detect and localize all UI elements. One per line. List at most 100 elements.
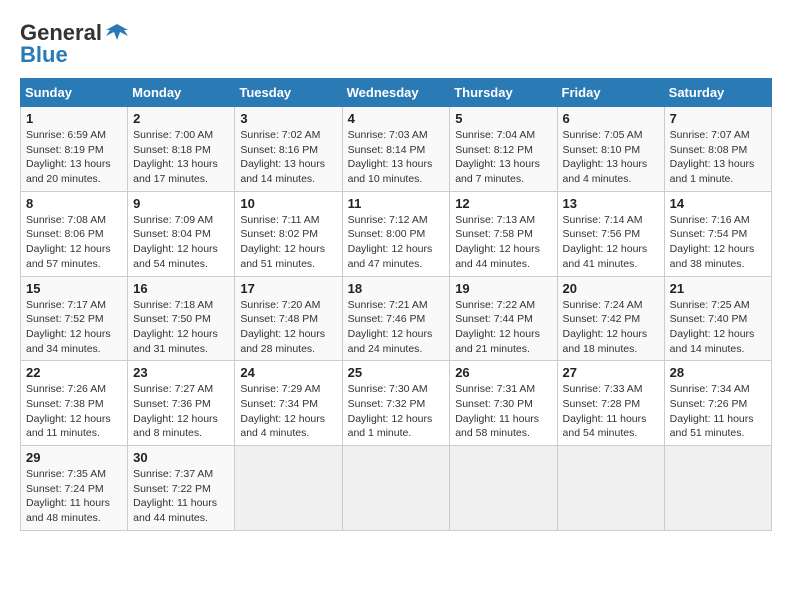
calendar-week-3: 15 Sunrise: 7:17 AM Sunset: 7:52 PM Dayl…	[21, 276, 772, 361]
day-info: Sunrise: 7:04 AM Sunset: 8:12 PM Dayligh…	[455, 128, 551, 187]
day-number: 23	[133, 365, 229, 380]
daylight-text: Daylight: 11 hours and 54 minutes.	[563, 413, 647, 440]
day-info: Sunrise: 7:37 AM Sunset: 7:22 PM Dayligh…	[133, 467, 229, 526]
day-number: 8	[26, 196, 122, 211]
sunrise-text: Sunrise: 7:16 AM	[670, 214, 750, 226]
sunrise-text: Sunrise: 7:09 AM	[133, 214, 213, 226]
day-info: Sunrise: 7:27 AM Sunset: 7:36 PM Dayligh…	[133, 382, 229, 441]
day-number: 29	[26, 450, 122, 465]
daylight-text: Daylight: 12 hours and 47 minutes.	[348, 243, 433, 270]
sunset-text: Sunset: 8:10 PM	[563, 144, 641, 156]
sunset-text: Sunset: 8:18 PM	[133, 144, 211, 156]
sunset-text: Sunset: 7:48 PM	[240, 313, 318, 325]
calendar-cell: 23 Sunrise: 7:27 AM Sunset: 7:36 PM Dayl…	[128, 361, 235, 446]
sunset-text: Sunset: 7:26 PM	[670, 398, 748, 410]
daylight-text: Daylight: 12 hours and 38 minutes.	[670, 243, 755, 270]
calendar-cell: 5 Sunrise: 7:04 AM Sunset: 8:12 PM Dayli…	[450, 107, 557, 192]
header-day-wednesday: Wednesday	[342, 79, 450, 107]
day-info: Sunrise: 7:02 AM Sunset: 8:16 PM Dayligh…	[240, 128, 336, 187]
day-info: Sunrise: 7:13 AM Sunset: 7:58 PM Dayligh…	[455, 213, 551, 272]
daylight-text: Daylight: 12 hours and 24 minutes.	[348, 328, 433, 355]
sunrise-text: Sunrise: 7:34 AM	[670, 383, 750, 395]
calendar-cell: 4 Sunrise: 7:03 AM Sunset: 8:14 PM Dayli…	[342, 107, 450, 192]
sunrise-text: Sunrise: 7:05 AM	[563, 129, 643, 141]
sunrise-text: Sunrise: 7:29 AM	[240, 383, 320, 395]
sunrise-text: Sunrise: 7:08 AM	[26, 214, 106, 226]
header-day-thursday: Thursday	[450, 79, 557, 107]
sunrise-text: Sunrise: 6:59 AM	[26, 129, 106, 141]
daylight-text: Daylight: 12 hours and 18 minutes.	[563, 328, 648, 355]
sunset-text: Sunset: 8:02 PM	[240, 228, 318, 240]
day-info: Sunrise: 7:03 AM Sunset: 8:14 PM Dayligh…	[348, 128, 445, 187]
sunset-text: Sunset: 8:04 PM	[133, 228, 211, 240]
calendar-cell: 14 Sunrise: 7:16 AM Sunset: 7:54 PM Dayl…	[664, 191, 771, 276]
day-number: 19	[455, 281, 551, 296]
sunrise-text: Sunrise: 7:17 AM	[26, 299, 106, 311]
sunset-text: Sunset: 8:12 PM	[455, 144, 533, 156]
sunset-text: Sunset: 7:36 PM	[133, 398, 211, 410]
sunset-text: Sunset: 8:16 PM	[240, 144, 318, 156]
daylight-text: Daylight: 13 hours and 14 minutes.	[240, 158, 325, 185]
calendar-cell	[235, 446, 342, 531]
header-day-saturday: Saturday	[664, 79, 771, 107]
day-info: Sunrise: 7:17 AM Sunset: 7:52 PM Dayligh…	[26, 298, 122, 357]
day-number: 13	[563, 196, 659, 211]
sunset-text: Sunset: 7:44 PM	[455, 313, 533, 325]
daylight-text: Daylight: 11 hours and 51 minutes.	[670, 413, 754, 440]
day-number: 15	[26, 281, 122, 296]
calendar-week-1: 1 Sunrise: 6:59 AM Sunset: 8:19 PM Dayli…	[21, 107, 772, 192]
calendar-cell: 27 Sunrise: 7:33 AM Sunset: 7:28 PM Dayl…	[557, 361, 664, 446]
calendar-cell: 2 Sunrise: 7:00 AM Sunset: 8:18 PM Dayli…	[128, 107, 235, 192]
day-info: Sunrise: 7:07 AM Sunset: 8:08 PM Dayligh…	[670, 128, 766, 187]
sunset-text: Sunset: 8:14 PM	[348, 144, 426, 156]
daylight-text: Daylight: 13 hours and 20 minutes.	[26, 158, 111, 185]
sunrise-text: Sunrise: 7:25 AM	[670, 299, 750, 311]
calendar-week-4: 22 Sunrise: 7:26 AM Sunset: 7:38 PM Dayl…	[21, 361, 772, 446]
day-info: Sunrise: 7:00 AM Sunset: 8:18 PM Dayligh…	[133, 128, 229, 187]
day-number: 3	[240, 111, 336, 126]
day-number: 6	[563, 111, 659, 126]
sunset-text: Sunset: 8:00 PM	[348, 228, 426, 240]
day-info: Sunrise: 7:09 AM Sunset: 8:04 PM Dayligh…	[133, 213, 229, 272]
daylight-text: Daylight: 12 hours and 8 minutes.	[133, 413, 218, 440]
day-info: Sunrise: 7:34 AM Sunset: 7:26 PM Dayligh…	[670, 382, 766, 441]
calendar-cell: 20 Sunrise: 7:24 AM Sunset: 7:42 PM Dayl…	[557, 276, 664, 361]
day-info: Sunrise: 7:20 AM Sunset: 7:48 PM Dayligh…	[240, 298, 336, 357]
day-number: 16	[133, 281, 229, 296]
calendar-cell: 17 Sunrise: 7:20 AM Sunset: 7:48 PM Dayl…	[235, 276, 342, 361]
daylight-text: Daylight: 11 hours and 48 minutes.	[26, 497, 110, 524]
calendar-cell: 28 Sunrise: 7:34 AM Sunset: 7:26 PM Dayl…	[664, 361, 771, 446]
calendar-cell: 1 Sunrise: 6:59 AM Sunset: 8:19 PM Dayli…	[21, 107, 128, 192]
sunrise-text: Sunrise: 7:04 AM	[455, 129, 535, 141]
day-number: 27	[563, 365, 659, 380]
sunset-text: Sunset: 7:24 PM	[26, 483, 104, 495]
daylight-text: Daylight: 12 hours and 21 minutes.	[455, 328, 540, 355]
day-info: Sunrise: 7:35 AM Sunset: 7:24 PM Dayligh…	[26, 467, 122, 526]
sunset-text: Sunset: 7:32 PM	[348, 398, 426, 410]
sunrise-text: Sunrise: 7:37 AM	[133, 468, 213, 480]
daylight-text: Daylight: 12 hours and 1 minute.	[348, 413, 433, 440]
daylight-text: Daylight: 12 hours and 34 minutes.	[26, 328, 111, 355]
daylight-text: Daylight: 13 hours and 17 minutes.	[133, 158, 218, 185]
calendar-cell: 13 Sunrise: 7:14 AM Sunset: 7:56 PM Dayl…	[557, 191, 664, 276]
header-day-sunday: Sunday	[21, 79, 128, 107]
day-number: 25	[348, 365, 445, 380]
sunset-text: Sunset: 7:56 PM	[563, 228, 641, 240]
sunrise-text: Sunrise: 7:13 AM	[455, 214, 535, 226]
daylight-text: Daylight: 11 hours and 58 minutes.	[455, 413, 539, 440]
sunset-text: Sunset: 7:40 PM	[670, 313, 748, 325]
sunset-text: Sunset: 8:19 PM	[26, 144, 104, 156]
sunset-text: Sunset: 7:54 PM	[670, 228, 748, 240]
sunrise-text: Sunrise: 7:26 AM	[26, 383, 106, 395]
sunrise-text: Sunrise: 7:00 AM	[133, 129, 213, 141]
page-header: General Blue	[20, 20, 772, 68]
sunset-text: Sunset: 7:42 PM	[563, 313, 641, 325]
day-info: Sunrise: 6:59 AM Sunset: 8:19 PM Dayligh…	[26, 128, 122, 187]
daylight-text: Daylight: 12 hours and 31 minutes.	[133, 328, 218, 355]
calendar-cell: 8 Sunrise: 7:08 AM Sunset: 8:06 PM Dayli…	[21, 191, 128, 276]
daylight-text: Daylight: 12 hours and 14 minutes.	[670, 328, 755, 355]
day-number: 7	[670, 111, 766, 126]
day-number: 26	[455, 365, 551, 380]
daylight-text: Daylight: 12 hours and 11 minutes.	[26, 413, 111, 440]
calendar-cell: 25 Sunrise: 7:30 AM Sunset: 7:32 PM Dayl…	[342, 361, 450, 446]
